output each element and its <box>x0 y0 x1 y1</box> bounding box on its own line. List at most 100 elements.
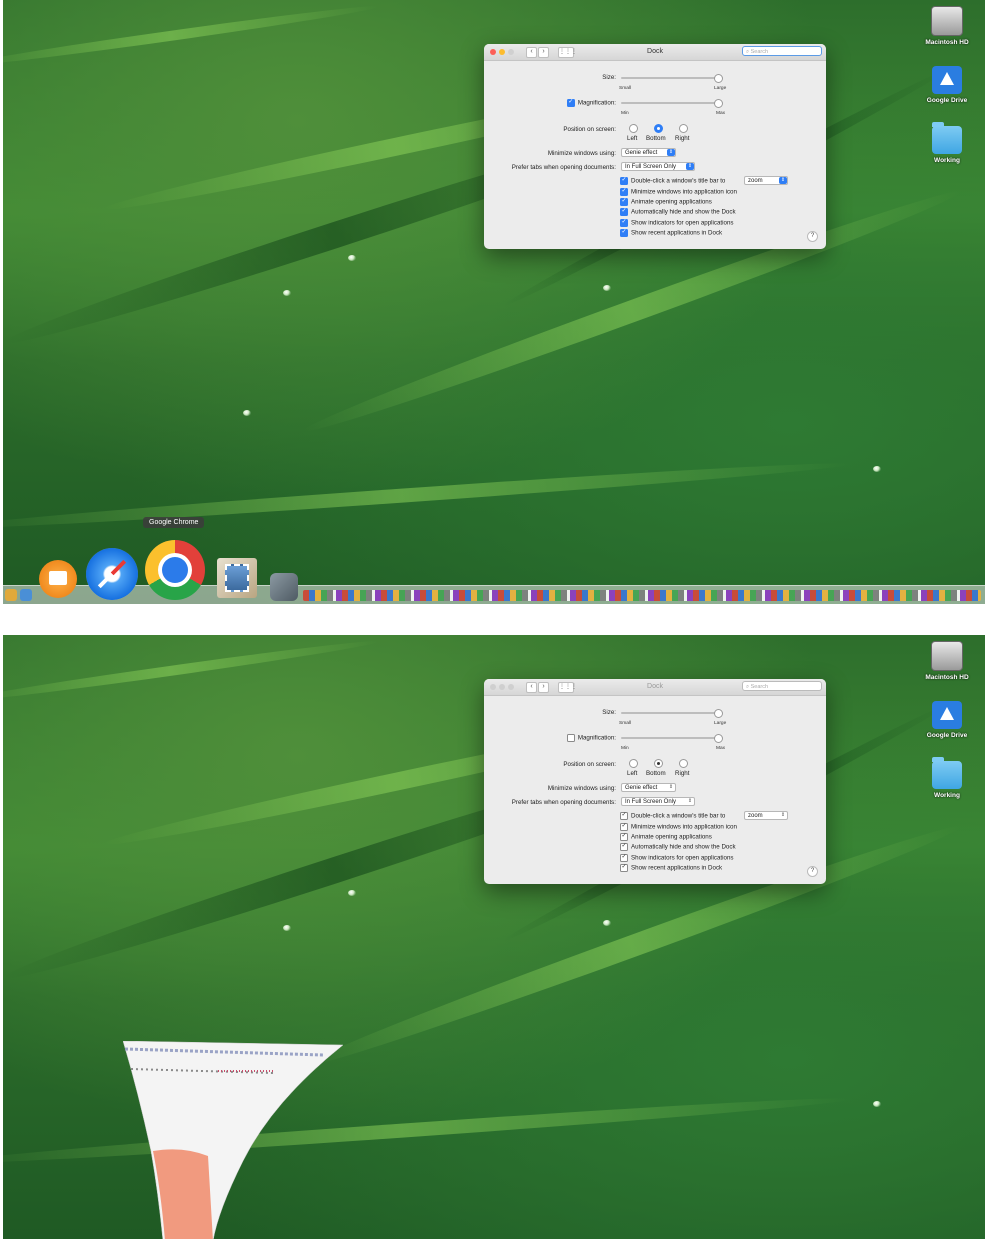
dock-app-safari[interactable] <box>86 548 138 600</box>
size-slider-knob[interactable] <box>714 709 723 718</box>
help-button[interactable]: ? <box>807 866 818 877</box>
minimize-label: Minimize windows using: <box>547 785 616 792</box>
doubleclick-action-popup[interactable]: zoom ⇕ <box>744 811 788 820</box>
minimize-effect-popup[interactable]: Genie effect ⇕ <box>621 148 676 157</box>
position-label: Position on screen: <box>563 126 616 133</box>
animate-text: Animate opening applications <box>631 833 712 841</box>
position-bottom-label: Bottom <box>646 135 666 142</box>
magnification-slider-knob[interactable] <box>714 734 723 743</box>
size-small-label: Small <box>619 86 631 91</box>
water-drop <box>243 410 251 416</box>
position-left-radio[interactable] <box>629 759 638 768</box>
dock-app-slack[interactable] <box>270 573 298 601</box>
animate-option[interactable]: ✓ Animate opening applications <box>620 198 712 206</box>
minimize-into-icon-checkbox[interactable]: ✓ <box>620 823 628 831</box>
google-drive-icon <box>932 701 962 729</box>
magnification-text: Magnification: <box>577 99 616 107</box>
doubleclick-checkbox[interactable]: ✓ <box>620 812 628 820</box>
search-placeholder: Search <box>750 684 769 690</box>
animate-checkbox[interactable]: ✓ <box>620 833 628 841</box>
desktop-icon-macintosh-hd[interactable]: Macintosh HD <box>917 6 977 46</box>
dock-app-mail[interactable] <box>217 558 257 598</box>
popup-arrow-icon: ⇕ <box>687 798 693 804</box>
search-input[interactable]: ⌕ Search <box>742 46 822 56</box>
search-input[interactable]: ⌕ Search <box>742 681 822 691</box>
desktop-icon-google-drive[interactable]: Google Drive <box>917 66 977 104</box>
animate-checkbox[interactable]: ✓ <box>620 198 628 206</box>
position-bottom-radio[interactable] <box>654 124 663 133</box>
help-button[interactable]: ? <box>807 231 818 242</box>
water-drop <box>873 466 881 472</box>
doubleclick-option[interactable]: ✓ Double-click a window's title bar to <box>620 812 725 820</box>
position-left-radio[interactable] <box>629 124 638 133</box>
window-titlebar[interactable]: ‹ › ⋮⋮⋮ Dock ⌕ Search <box>484 679 826 696</box>
indicators-checkbox[interactable]: ✓ <box>620 219 628 227</box>
desktop-icon-working[interactable]: Working <box>917 757 977 799</box>
doubleclick-action-popup[interactable]: zoom ⇕ <box>744 176 788 185</box>
magnification-slider[interactable] <box>621 734 723 743</box>
doubleclick-option[interactable]: ✓ Double-click a window's title bar to <box>620 177 725 185</box>
position-right-radio[interactable] <box>679 759 688 768</box>
minimize-effect-popup[interactable]: Genie effect ⇕ <box>621 783 676 792</box>
autohide-checkbox[interactable]: ✓ <box>620 208 628 216</box>
size-label: Size: <box>602 74 616 81</box>
minimize-into-icon-option[interactable]: ✓ Minimize windows into application icon <box>620 188 737 196</box>
magnification-checkbox[interactable] <box>566 734 575 742</box>
autohide-option[interactable]: ✓ Automatically hide and show the Dock <box>620 208 736 216</box>
recent-apps-checkbox[interactable]: ✓ <box>620 229 628 237</box>
indicators-option[interactable]: ✓ Show indicators for open applications <box>620 219 734 227</box>
minimize-into-icon-option[interactable]: ✓ Minimize windows into application icon <box>620 823 737 831</box>
magnification-label[interactable]: ✓ Magnification: <box>566 99 616 107</box>
desktop-icon-label: Google Drive <box>926 732 968 739</box>
magnification-slider-knob[interactable] <box>714 99 723 108</box>
magnification-checkbox[interactable]: ✓ <box>566 99 575 107</box>
prefer-tabs-popup[interactable]: In Full Screen Only ⇕ <box>621 797 695 806</box>
indicators-checkbox[interactable]: ✓ <box>620 854 628 862</box>
prefer-tabs-popup[interactable]: In Full Screen Only ⇕ <box>621 162 695 171</box>
water-drop <box>348 890 356 896</box>
position-label: Position on screen: <box>563 761 616 768</box>
recent-apps-option[interactable]: ✓ Show recent applications in Dock <box>620 229 722 237</box>
doubleclick-action-value: zoom <box>748 813 763 819</box>
autohide-checkbox[interactable]: ✓ <box>620 843 628 851</box>
position-bottom-radio[interactable] <box>654 759 663 768</box>
dock-app-ibooks[interactable] <box>39 560 77 598</box>
desktop-icon-working[interactable]: Working <box>917 122 977 164</box>
autohide-option[interactable]: ✓ Automatically hide and show the Dock <box>620 843 736 851</box>
minimize-into-icon-text: Minimize windows into application icon <box>631 188 737 196</box>
minimize-effect-value: Genie effect <box>625 150 658 156</box>
water-drop <box>603 285 611 291</box>
dock-app-icon[interactable] <box>5 589 17 601</box>
minimize-into-icon-checkbox[interactable]: ✓ <box>620 188 628 196</box>
minimize-label: Minimize windows using: <box>547 150 616 157</box>
recent-apps-checkbox[interactable]: ✓ <box>620 864 628 872</box>
dock-app-icon[interactable] <box>20 589 32 601</box>
water-drop <box>873 1101 881 1107</box>
recent-apps-option[interactable]: ✓ Show recent applications in Dock <box>620 864 722 872</box>
size-small-label: Small <box>619 721 631 726</box>
prefer-tabs-value: In Full Screen Only <box>625 164 677 170</box>
dock-app-google-chrome[interactable] <box>145 540 205 600</box>
doubleclick-text: Double-click a window's title bar to <box>631 812 726 820</box>
popup-arrow-icon: ⇕ <box>779 177 787 184</box>
magnification-slider[interactable] <box>621 99 723 108</box>
desktop-icon-google-drive[interactable]: Google Drive <box>917 701 977 739</box>
position-left-label: Left <box>627 135 638 142</box>
desktop-icon-macintosh-hd[interactable]: Macintosh HD <box>917 641 977 681</box>
prefer-tabs-value: In Full Screen Only <box>625 799 677 805</box>
magnification-label[interactable]: Magnification: <box>566 734 616 742</box>
animate-option[interactable]: ✓ Animate opening applications <box>620 833 712 841</box>
wallpaper-blade <box>3 1 380 70</box>
size-slider-knob[interactable] <box>714 74 723 83</box>
dock-app-strip[interactable] <box>303 590 981 601</box>
window-titlebar[interactable]: ‹ › ⋮⋮⋮ Dock ⌕ Search <box>484 44 826 61</box>
screenshot-bottom: Macintosh HD Google Drive Working ‹ › ⋮⋮… <box>3 635 985 1239</box>
doubleclick-checkbox[interactable]: ✓ <box>620 177 628 185</box>
size-slider[interactable] <box>621 74 723 83</box>
position-right-radio[interactable] <box>679 124 688 133</box>
dock-tooltip: Google Chrome <box>143 517 205 528</box>
size-slider[interactable] <box>621 709 723 718</box>
indicators-option[interactable]: ✓ Show indicators for open applications <box>620 854 734 862</box>
hard-drive-icon <box>931 6 963 36</box>
minimize-effect-value: Genie effect <box>625 785 658 791</box>
